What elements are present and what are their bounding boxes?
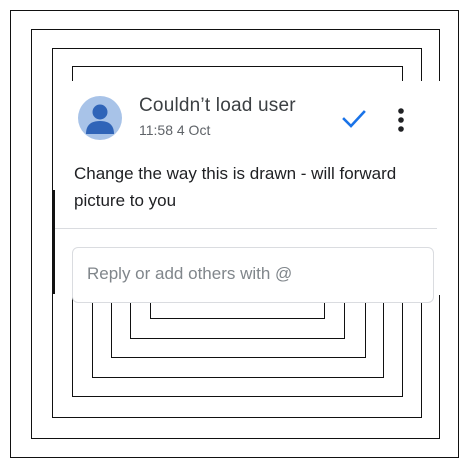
reply-input[interactable]: Reply or add others with @ [72,247,434,303]
comment-author: Couldn’t load user [139,95,296,116]
person-icon [86,104,114,134]
comment-card: Couldn’t load user 11:58 4 Oct Change th… [55,81,457,303]
more-options-button[interactable] [393,105,409,135]
divider [55,228,437,229]
resolve-button[interactable] [340,105,368,133]
avatar [78,96,122,140]
checkmark-icon [342,110,366,128]
vertical-dots-icon [398,108,404,132]
comment-timestamp: 11:58 4 Oct [139,122,211,138]
reply-placeholder: Reply or add others with @ [87,264,293,283]
canvas: Couldn’t load user 11:58 4 Oct Change th… [0,0,462,461]
comment-body: Change the way this is drawn - will forw… [74,164,397,210]
